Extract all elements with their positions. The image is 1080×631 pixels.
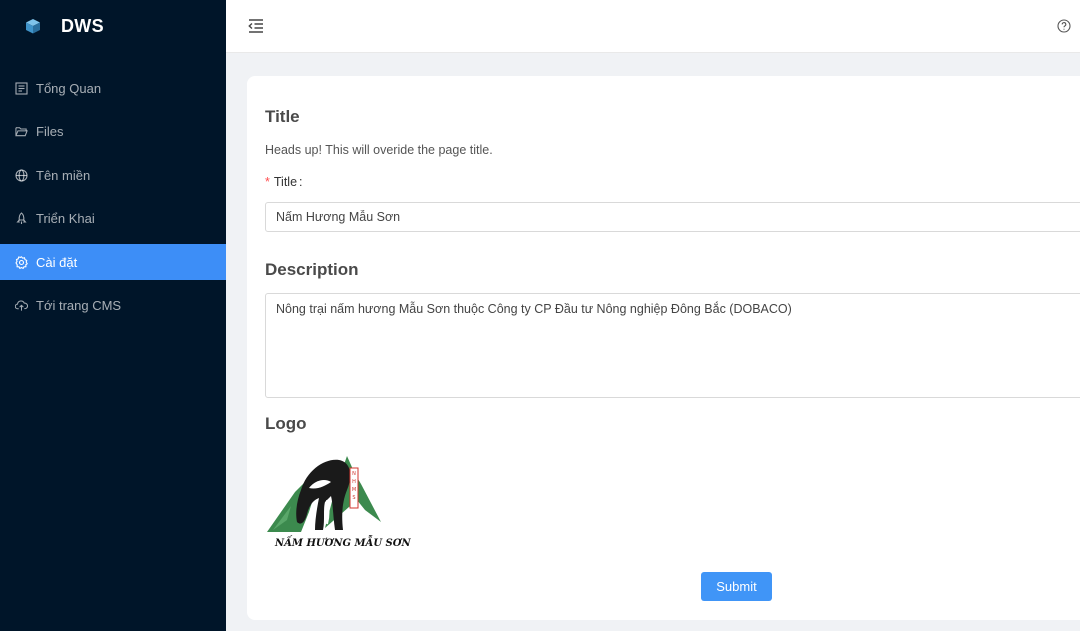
title-input[interactable]: [265, 202, 1080, 232]
sidebar-item-label: Tổng Quan: [36, 80, 102, 96]
sidebar-item-label: Tới trang CMS: [36, 298, 122, 314]
title-hint: Heads up! This will overide the page tit…: [265, 143, 493, 157]
sidebar-menu: Tổng Quan Files Tên miền Triển Khai Cài …: [0, 70, 226, 332]
folder-open-icon: [15, 125, 28, 138]
logo-image[interactable]: N H M S NẤM HƯƠNG MẪU SƠN: [265, 450, 411, 562]
gear-icon: [15, 255, 28, 269]
cube-logo-icon: [22, 15, 44, 37]
logo-caption: NẤM HƯƠNG MẪU SƠN: [275, 538, 411, 549]
svg-text:S: S: [352, 495, 355, 501]
svg-text:N: N: [352, 471, 356, 477]
svg-text:H: H: [352, 479, 356, 485]
title-section-heading: Title: [265, 107, 300, 126]
sidebar-item-deploy[interactable]: Triển Khai: [0, 201, 226, 237]
settings-card: Title Heads up! This will overide the pa…: [247, 76, 1080, 620]
sidebar-item-label: Triển Khai: [36, 211, 95, 227]
dashboard-icon: [15, 81, 28, 95]
sidebar-item-label: Files: [36, 124, 64, 140]
sidebar-item-domains[interactable]: Tên miền: [0, 157, 226, 193]
logo-section-heading: Logo: [265, 414, 307, 433]
app-name: DWS: [61, 15, 104, 36]
brand[interactable]: DWS: [0, 0, 226, 52]
sidebar-item-overview[interactable]: Tổng Quan: [0, 70, 226, 106]
sidebar-item-files[interactable]: Files: [0, 114, 226, 150]
sidebar-item-label: Tên miền: [36, 167, 91, 183]
sidebar: DWS Tổng Quan Files Tên miền Triển Khai …: [0, 0, 226, 631]
top-header: [226, 0, 1080, 53]
required-marker: *: [265, 175, 270, 189]
menu-fold-icon[interactable]: [246, 16, 266, 36]
sidebar-item-label: Cài đặt: [36, 254, 78, 270]
title-label-text: Title: [273, 175, 298, 189]
question-circle-icon[interactable]: [1057, 19, 1071, 33]
cloud-upload-icon: [15, 299, 28, 312]
rocket-icon: [15, 212, 28, 225]
sidebar-item-cms[interactable]: Tới trang CMS: [0, 288, 226, 324]
description-section-heading: Description: [265, 260, 359, 279]
submit-button[interactable]: Submit: [701, 572, 772, 601]
globe-icon: [15, 169, 28, 182]
title-field-label: * Title:: [265, 175, 303, 189]
svg-text:M: M: [352, 487, 356, 493]
description-textarea[interactable]: Nông trại nấm hương Mẫu Sơn thuộc Công t…: [265, 293, 1080, 398]
sidebar-item-settings[interactable]: Cài đặt: [0, 244, 226, 281]
title-label-colon: :: [299, 175, 303, 189]
